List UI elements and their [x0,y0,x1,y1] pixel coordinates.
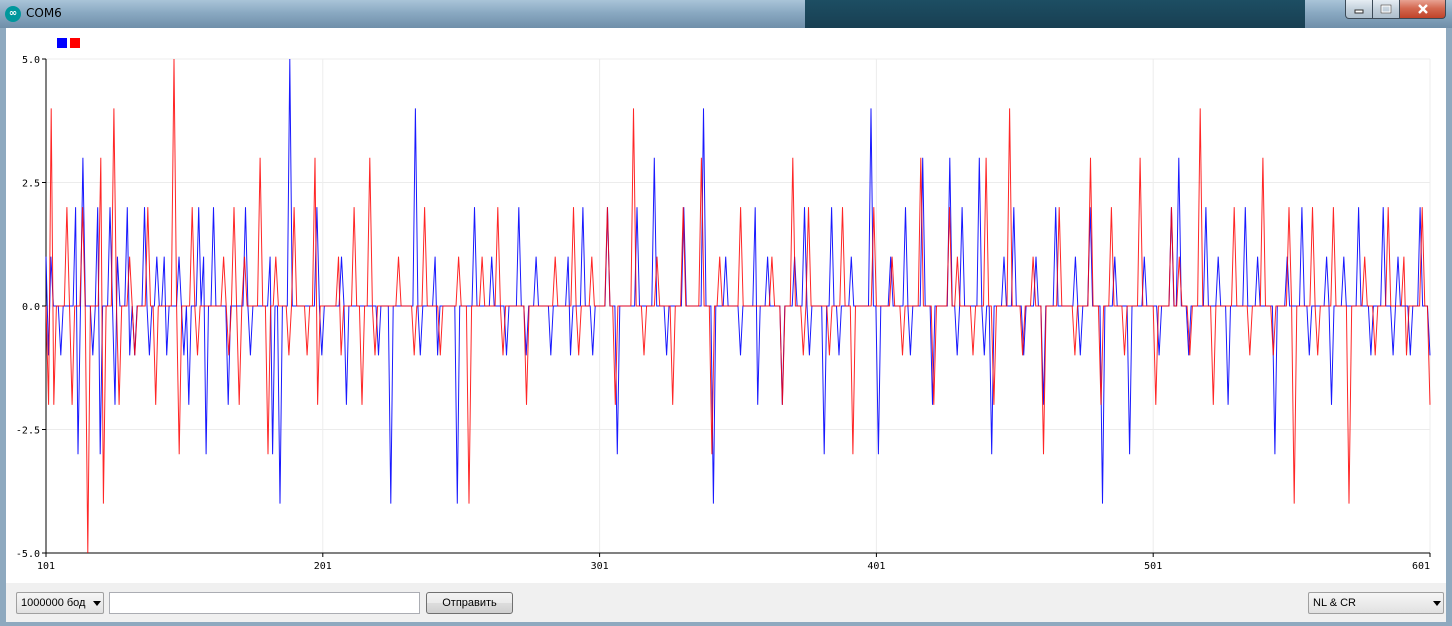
close-button[interactable] [1400,0,1446,19]
y-tick-label: 2.5 [22,179,40,190]
legend-swatch-1 [57,38,67,48]
window-title: COM6 [26,6,62,20]
series-line-1 [45,58,1431,504]
x-tick-label: 101 [37,561,55,572]
maximize-button[interactable] [1373,0,1400,19]
arduino-icon: ∞ [5,6,21,22]
y-tick-label: 0.0 [22,302,40,313]
serial-plotter: 5.0 2.5 0.0 -2.5 -5.0 101 201 301 401 501 601 1000… [6,28,1446,622]
legend-swatch-2 [70,38,80,48]
chevron-down-icon [1433,601,1441,606]
x-tick-label: 501 [1144,561,1162,572]
message-input[interactable] [109,592,420,614]
x-tick-label: 201 [314,561,332,572]
window-controls [1345,0,1446,19]
y-tick-label: 5.0 [22,55,40,66]
line-ending-select[interactable]: NL & CR [1308,592,1444,614]
y-tick-label: -2.5 [16,426,40,437]
close-icon [1417,4,1428,14]
baud-rate-value: 1000000 бод [21,597,86,609]
send-button[interactable]: Отправить [426,592,513,614]
background-window-strip [805,0,1305,28]
x-tick-label: 601 [1412,561,1430,572]
minimize-button[interactable] [1345,0,1373,19]
chevron-down-icon [93,601,101,606]
x-tick-label: 401 [867,561,885,572]
line-ending-value: NL & CR [1313,597,1356,609]
minimize-icon [1354,9,1364,14]
bottom-toolbar: 1000000 бод Отправить NL & CR [6,583,1446,622]
y-tick-label: -5.0 [16,549,40,560]
x-tick-label: 301 [591,561,609,572]
series-line-2 [45,58,1431,554]
plot-area: 5.0 2.5 0.0 -2.5 -5.0101 201 301 401 501 601 [16,38,1431,572]
baud-rate-select[interactable]: 1000000 бод [16,592,104,614]
window-title-bar: ∞ COM6 [0,0,1452,28]
maximize-icon [1380,4,1392,14]
